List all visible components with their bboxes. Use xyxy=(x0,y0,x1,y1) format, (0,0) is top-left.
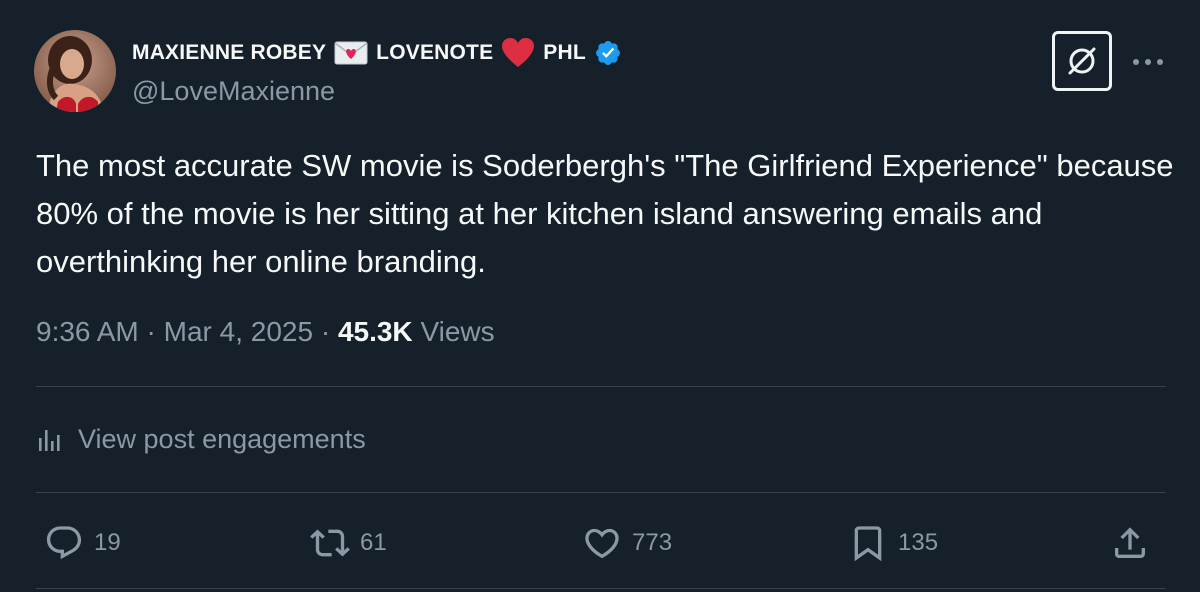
avatar[interactable] xyxy=(34,30,116,112)
reply-count: 19 xyxy=(94,529,121,556)
view-engagements-link[interactable]: View post engagements xyxy=(36,424,366,455)
share-icon xyxy=(1115,527,1145,558)
views-label: Views xyxy=(420,316,495,347)
views-count: 45.3K xyxy=(337,316,413,347)
like-count: 773 xyxy=(632,529,673,556)
more-dots-icon xyxy=(1133,59,1163,65)
more-options-button[interactable] xyxy=(1130,50,1166,74)
bookmark-button[interactable]: 135 xyxy=(848,522,938,564)
tweet-card: MAXIENNE ROBEY LOVENOTE PHL @LoveMaxienn… xyxy=(0,0,1200,592)
author-name-row: MAXIENNE ROBEY LOVENOTE PHL xyxy=(132,36,622,70)
post-meta: 9:36 AM · Mar 4, 2025 · 45.3K Views xyxy=(36,316,495,348)
analytics-icon xyxy=(39,429,60,451)
bookmark-count: 135 xyxy=(898,529,939,556)
share-button[interactable] xyxy=(1110,522,1150,564)
meta-separator: · xyxy=(320,316,331,347)
like-icon xyxy=(585,528,619,559)
post-time[interactable]: 9:36 AM xyxy=(36,316,139,347)
reply-icon xyxy=(46,526,82,560)
grok-button[interactable] xyxy=(1052,31,1112,91)
repost-button[interactable]: 61 xyxy=(310,522,387,564)
like-button[interactable]: 773 xyxy=(582,522,672,564)
avatar-image xyxy=(34,30,116,112)
meta-separator: · xyxy=(146,316,156,347)
tweet-text: The most accurate SW movie is Soderbergh… xyxy=(36,148,1174,279)
action-bar: 19 61 773 135 xyxy=(44,522,1164,564)
divider xyxy=(36,492,1166,493)
love-letter-emoji xyxy=(334,39,368,67)
verified-badge-icon xyxy=(594,39,622,67)
author-name-part2[interactable]: LOVENOTE xyxy=(376,41,493,65)
view-engagements-label: View post engagements xyxy=(78,424,366,454)
divider xyxy=(36,588,1166,589)
bookmark-icon xyxy=(854,526,882,562)
repost-count: 61 xyxy=(360,529,387,556)
repost-icon xyxy=(310,529,350,557)
red-heart-emoji xyxy=(501,37,535,69)
author-name-part3[interactable]: PHL xyxy=(543,41,586,65)
grok-icon xyxy=(1068,47,1096,75)
divider xyxy=(36,386,1166,387)
author-handle[interactable]: @LoveMaxienne xyxy=(132,76,335,107)
author-name-part1[interactable]: MAXIENNE ROBEY xyxy=(132,41,326,65)
post-date[interactable]: Mar 4, 2025 xyxy=(164,316,313,347)
reply-button[interactable]: 19 xyxy=(44,522,121,564)
